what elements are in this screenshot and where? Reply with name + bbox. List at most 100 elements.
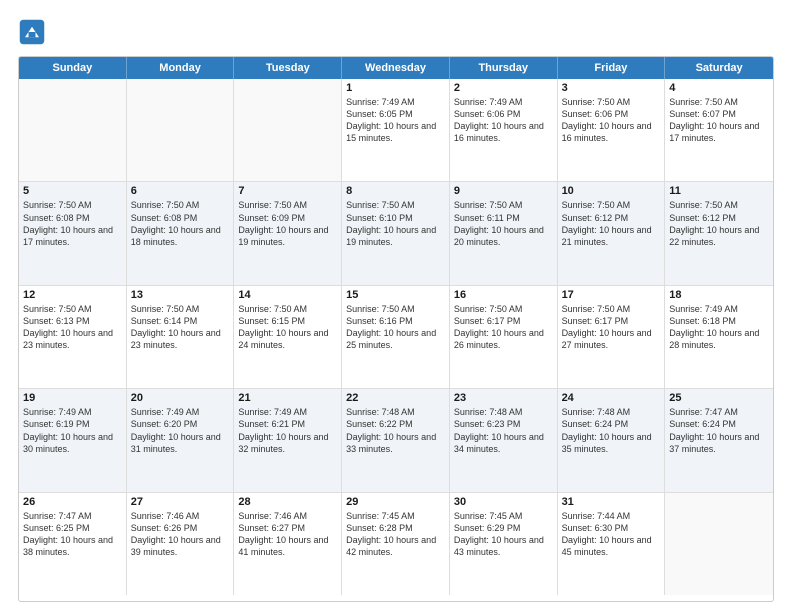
day-monday: Monday [127,57,235,79]
cell-details: Sunrise: 7:50 AM Sunset: 6:16 PM Dayligh… [346,303,445,352]
calendar-cell: 2 Sunrise: 7:49 AM Sunset: 6:06 PM Daylig… [450,79,558,181]
day-number: 2 [454,82,553,94]
cell-details: Sunrise: 7:44 AM Sunset: 6:30 PM Dayligh… [562,510,661,559]
calendar-cell: 10 Sunrise: 7:50 AM Sunset: 6:12 PM Dayli… [558,182,666,284]
calendar-cell: 6 Sunrise: 7:50 AM Sunset: 6:08 PM Daylig… [127,182,235,284]
day-sunday: Sunday [19,57,127,79]
day-thursday: Thursday [450,57,558,79]
calendar-cell [127,79,235,181]
day-number: 3 [562,82,661,94]
calendar-cell: 12 Sunrise: 7:50 AM Sunset: 6:13 PM Dayli… [19,286,127,388]
calendar-cell: 20 Sunrise: 7:49 AM Sunset: 6:20 PM Dayli… [127,389,235,491]
day-friday: Friday [558,57,666,79]
cell-details: Sunrise: 7:50 AM Sunset: 6:07 PM Dayligh… [669,96,769,145]
calendar-row: 12 Sunrise: 7:50 AM Sunset: 6:13 PM Dayli… [19,286,773,389]
day-number: 21 [238,392,337,404]
calendar-header: Sunday Monday Tuesday Wednesday Thursday… [19,57,773,79]
day-number: 30 [454,496,553,508]
day-number: 19 [23,392,122,404]
calendar-cell: 29 Sunrise: 7:45 AM Sunset: 6:28 PM Dayli… [342,493,450,595]
day-number: 17 [562,289,661,301]
calendar-row: 5Sunrise: 7:50 AM Sunset: 6:08 PM Daylig… [19,182,773,285]
calendar-cell: 18 Sunrise: 7:49 AM Sunset: 6:18 PM Dayli… [665,286,773,388]
day-number: 4 [669,82,769,94]
day-number: 16 [454,289,553,301]
cell-details: Sunrise: 7:45 AM Sunset: 6:29 PM Dayligh… [454,510,553,559]
day-number: 22 [346,392,445,404]
calendar-row: 19 Sunrise: 7:49 AM Sunset: 6:19 PM Dayli… [19,389,773,492]
calendar-cell: 3 Sunrise: 7:50 AM Sunset: 6:06 PM Daylig… [558,79,666,181]
day-number: 8 [346,185,445,197]
cell-details: Sunrise: 7:50 AM Sunset: 6:12 PM Dayligh… [669,199,769,248]
calendar-cell: 27 Sunrise: 7:46 AM Sunset: 6:26 PM Dayli… [127,493,235,595]
calendar-cell: 21 Sunrise: 7:49 AM Sunset: 6:21 PM Dayli… [234,389,342,491]
cell-details: Sunrise: 7:49 AM Sunset: 6:20 PM Dayligh… [131,406,230,455]
calendar: Sunday Monday Tuesday Wednesday Thursday… [18,56,774,602]
cell-details: Sunrise: 7:50 AM Sunset: 6:13 PM Dayligh… [23,303,122,352]
cell-details: Sunrise: 7:48 AM Sunset: 6:22 PM Dayligh… [346,406,445,455]
day-number: 27 [131,496,230,508]
cell-details: Sunrise: 7:50 AM Sunset: 6:15 PM Dayligh… [238,303,337,352]
calendar-cell: 25Sunrise: 7:47 AM Sunset: 6:24 PM Dayli… [665,389,773,491]
calendar-cell: 31 Sunrise: 7:44 AM Sunset: 6:30 PM Dayli… [558,493,666,595]
day-number: 31 [562,496,661,508]
calendar-cell: 24 Sunrise: 7:48 AM Sunset: 6:24 PM Dayli… [558,389,666,491]
calendar-cell: 28 Sunrise: 7:46 AM Sunset: 6:27 PM Dayli… [234,493,342,595]
day-number: 20 [131,392,230,404]
cell-details: Sunrise: 7:49 AM Sunset: 6:06 PM Dayligh… [454,96,553,145]
cell-details: Sunrise: 7:50 AM Sunset: 6:10 PM Dayligh… [346,199,445,248]
cell-details: Sunrise: 7:50 AM Sunset: 6:09 PM Dayligh… [238,199,337,248]
calendar-cell [234,79,342,181]
calendar-cell: 1Sunrise: 7:49 AM Sunset: 6:05 PM Daylig… [342,79,450,181]
calendar-cell: 14 Sunrise: 7:50 AM Sunset: 6:15 PM Dayli… [234,286,342,388]
calendar-cell: 13Sunrise: 7:50 AM Sunset: 6:14 PM Dayli… [127,286,235,388]
day-number: 18 [669,289,769,301]
day-number: 28 [238,496,337,508]
cell-details: Sunrise: 7:49 AM Sunset: 6:18 PM Dayligh… [669,303,769,352]
day-number: 14 [238,289,337,301]
calendar-row: 1Sunrise: 7:49 AM Sunset: 6:05 PM Daylig… [19,79,773,182]
day-saturday: Saturday [665,57,773,79]
cell-details: Sunrise: 7:46 AM Sunset: 6:26 PM Dayligh… [131,510,230,559]
day-number: 26 [23,496,122,508]
day-number: 25 [669,392,769,404]
cell-details: Sunrise: 7:50 AM Sunset: 6:06 PM Dayligh… [562,96,661,145]
day-number: 9 [454,185,553,197]
day-number: 29 [346,496,445,508]
calendar-cell: 9Sunrise: 7:50 AM Sunset: 6:11 PM Daylig… [450,182,558,284]
cell-details: Sunrise: 7:49 AM Sunset: 6:19 PM Dayligh… [23,406,122,455]
day-number: 11 [669,185,769,197]
calendar-cell: 17 Sunrise: 7:50 AM Sunset: 6:17 PM Dayli… [558,286,666,388]
calendar-cell: 16 Sunrise: 7:50 AM Sunset: 6:17 PM Dayli… [450,286,558,388]
calendar-cell: 23Sunrise: 7:48 AM Sunset: 6:23 PM Dayli… [450,389,558,491]
calendar-cell: 4 Sunrise: 7:50 AM Sunset: 6:07 PM Daylig… [665,79,773,181]
calendar-cell: 11 Sunrise: 7:50 AM Sunset: 6:12 PM Dayli… [665,182,773,284]
cell-details: Sunrise: 7:46 AM Sunset: 6:27 PM Dayligh… [238,510,337,559]
cell-details: Sunrise: 7:45 AM Sunset: 6:28 PM Dayligh… [346,510,445,559]
day-number: 6 [131,185,230,197]
cell-details: Sunrise: 7:50 AM Sunset: 6:17 PM Dayligh… [454,303,553,352]
calendar-row: 26Sunrise: 7:47 AM Sunset: 6:25 PM Dayli… [19,493,773,595]
day-number: 23 [454,392,553,404]
day-number: 12 [23,289,122,301]
header [18,18,774,46]
logo-icon [18,18,46,46]
cell-details: Sunrise: 7:50 AM Sunset: 6:08 PM Dayligh… [23,199,122,248]
cell-details: Sunrise: 7:49 AM Sunset: 6:21 PM Dayligh… [238,406,337,455]
day-number: 24 [562,392,661,404]
calendar-cell: 19 Sunrise: 7:49 AM Sunset: 6:19 PM Dayli… [19,389,127,491]
page: Sunday Monday Tuesday Wednesday Thursday… [0,0,792,612]
day-number: 10 [562,185,661,197]
calendar-cell: 22 Sunrise: 7:48 AM Sunset: 6:22 PM Dayli… [342,389,450,491]
calendar-cell: 30 Sunrise: 7:45 AM Sunset: 6:29 PM Dayli… [450,493,558,595]
day-number: 13 [131,289,230,301]
cell-details: Sunrise: 7:50 AM Sunset: 6:12 PM Dayligh… [562,199,661,248]
calendar-cell: 7Sunrise: 7:50 AM Sunset: 6:09 PM Daylig… [234,182,342,284]
calendar-cell [665,493,773,595]
day-number: 1 [346,82,445,94]
day-tuesday: Tuesday [234,57,342,79]
cell-details: Sunrise: 7:50 AM Sunset: 6:17 PM Dayligh… [562,303,661,352]
calendar-cell: 15Sunrise: 7:50 AM Sunset: 6:16 PM Dayli… [342,286,450,388]
cell-details: Sunrise: 7:48 AM Sunset: 6:24 PM Dayligh… [562,406,661,455]
cell-details: Sunrise: 7:50 AM Sunset: 6:08 PM Dayligh… [131,199,230,248]
